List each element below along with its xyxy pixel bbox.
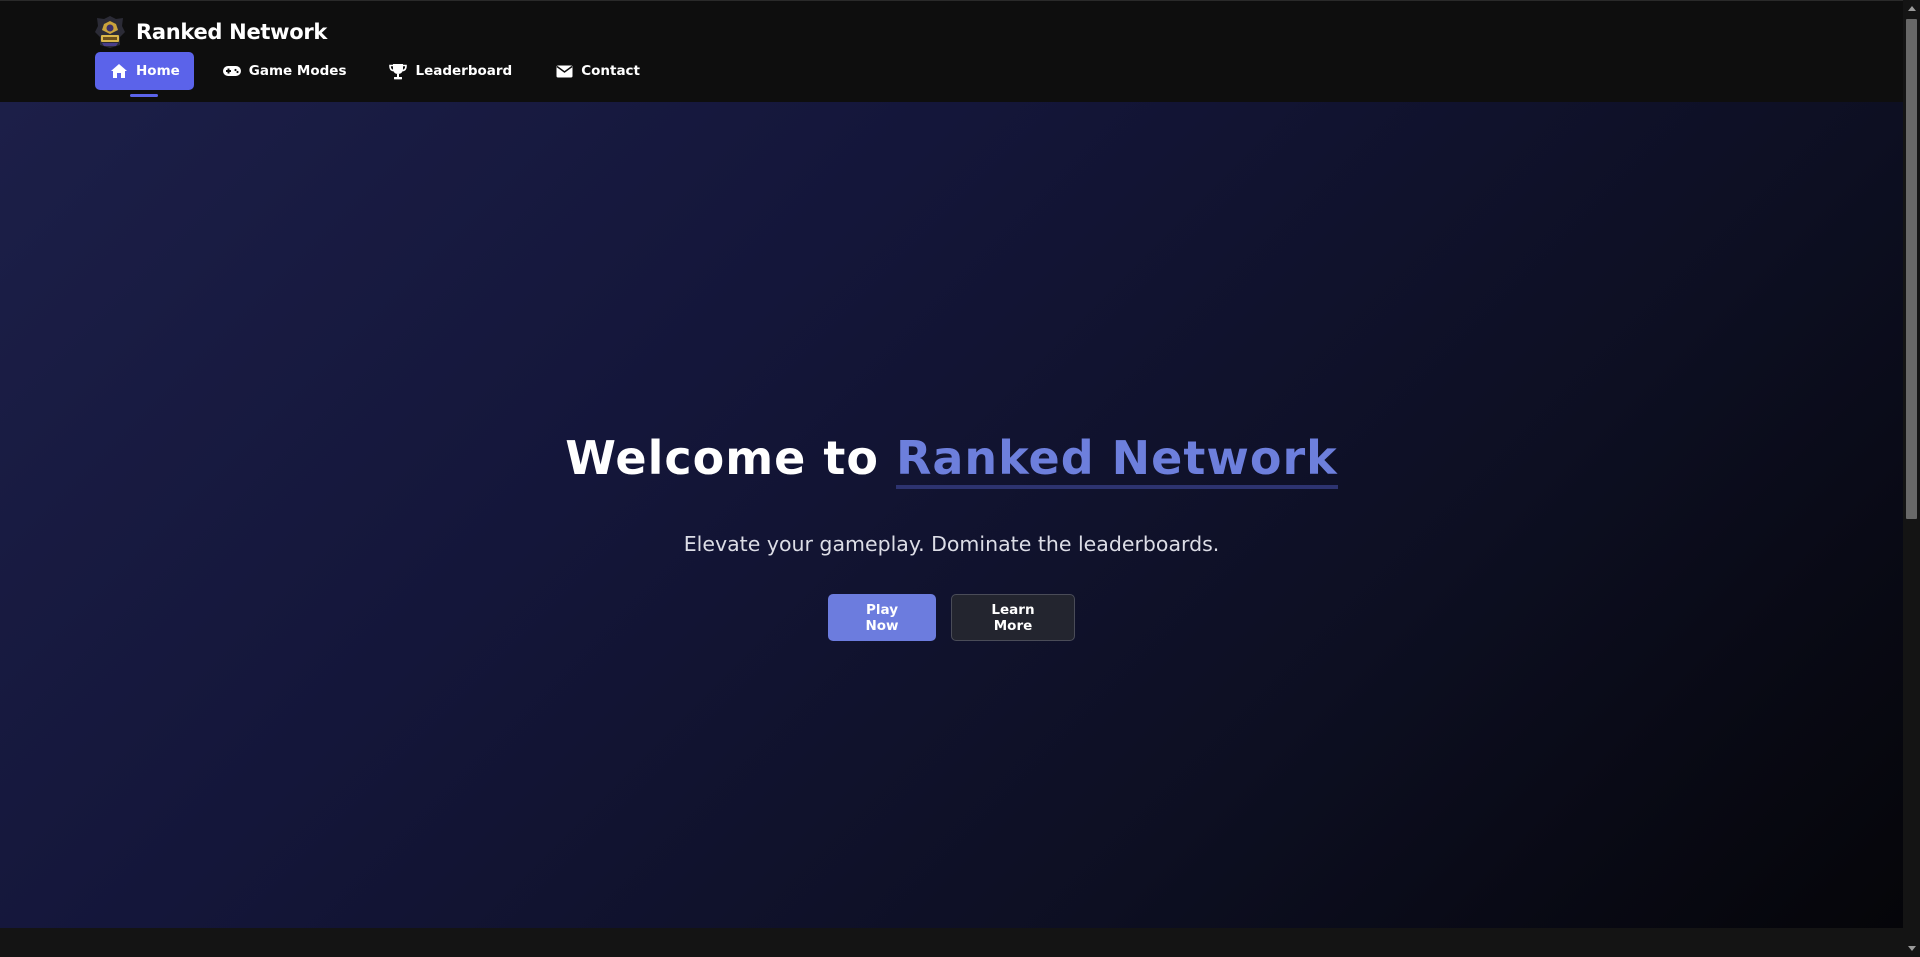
nav-item-label: Leaderboard (415, 63, 513, 79)
hero-buttons: Play Now Learn More (0, 594, 1903, 641)
scroll-up-arrow-icon[interactable] (1903, 0, 1920, 17)
hero-title-prefix: Welcome to (565, 431, 879, 485)
hero-section: Welcome to Ranked Network Elevate your g… (0, 102, 1903, 928)
site-header: Ranked Network Home Game Modes Leaderboa… (0, 0, 1903, 102)
hero-title-accent: Ranked Network (895, 431, 1338, 489)
nav-item-game-modes[interactable]: Game Modes (208, 52, 361, 90)
nav-item-label: Contact (581, 63, 641, 79)
scroll-down-arrow-icon[interactable] (1903, 940, 1920, 957)
main-nav: Home Game Modes Leaderboard Contact (95, 52, 654, 97)
page-scrollbar[interactable] (1903, 0, 1920, 957)
scrollbar-thumb[interactable] (1906, 19, 1917, 519)
nav-item-label: Home (136, 63, 180, 79)
nav-item-leaderboard[interactable]: Leaderboard (374, 52, 526, 90)
envelope-icon (554, 62, 574, 80)
home-icon (109, 62, 129, 80)
hero-content: Welcome to Ranked Network Elevate your g… (0, 428, 1903, 641)
play-now-button[interactable]: Play Now (828, 594, 936, 641)
brand-name: Ranked Network (136, 20, 328, 44)
nav-item-home[interactable]: Home (95, 52, 194, 97)
gamepad-icon (222, 62, 242, 80)
trophy-icon (388, 62, 408, 80)
brand[interactable]: Ranked Network (94, 15, 327, 49)
next-section-edge (0, 928, 1903, 957)
ranked-network-logo (95, 16, 125, 48)
learn-more-button[interactable]: Learn More (951, 594, 1075, 641)
hero-subtitle: Elevate your gameplay. Dominate the lead… (683, 532, 1220, 556)
page: Ranked Network Home Game Modes Leaderboa… (0, 0, 1920, 957)
hero-title: Welcome to Ranked Network (0, 428, 1903, 489)
nav-item-label: Game Modes (248, 63, 347, 79)
nav-item-contact[interactable]: Contact (540, 52, 654, 90)
